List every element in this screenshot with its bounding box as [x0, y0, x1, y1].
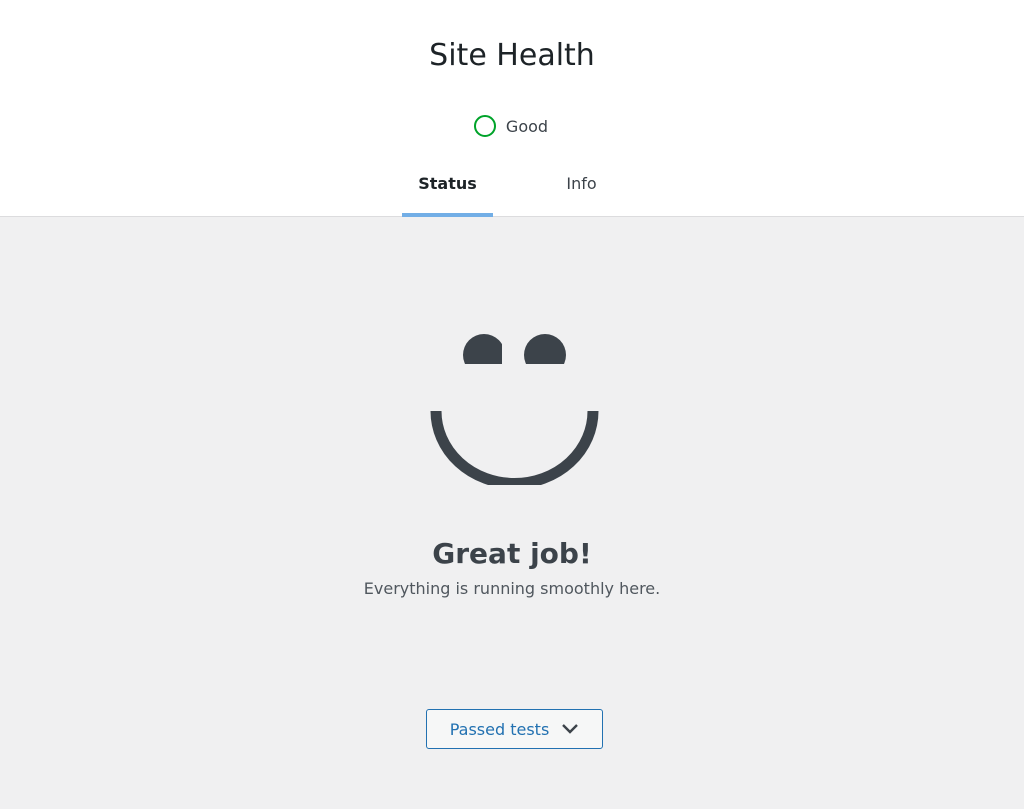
smiley-face-icon [430, 334, 599, 485]
smile-mouth [430, 410, 599, 485]
site-health-header: Site Health Good Status Info [0, 0, 1024, 217]
tab-bar: Status Info [0, 160, 1024, 217]
chevron-down-icon [562, 724, 579, 734]
tab-status-label: Status [418, 174, 477, 193]
status-circle-icon [473, 115, 496, 137]
tab-info[interactable]: Info [536, 160, 627, 216]
right-eye [524, 334, 566, 364]
tab-info-label: Info [566, 174, 597, 193]
passed-tests-label: Passed tests [449, 719, 550, 739]
success-message: Everything is running smoothly here. [363, 579, 661, 598]
success-heading: Great job! [432, 537, 592, 570]
page-title: Site Health [429, 38, 595, 73]
health-status: Good [0, 112, 1024, 140]
tab-status[interactable]: Status [402, 160, 493, 217]
passed-tests-button[interactable]: Passed tests [426, 709, 603, 749]
left-eye [463, 334, 502, 364]
status-label: Good [505, 116, 549, 136]
